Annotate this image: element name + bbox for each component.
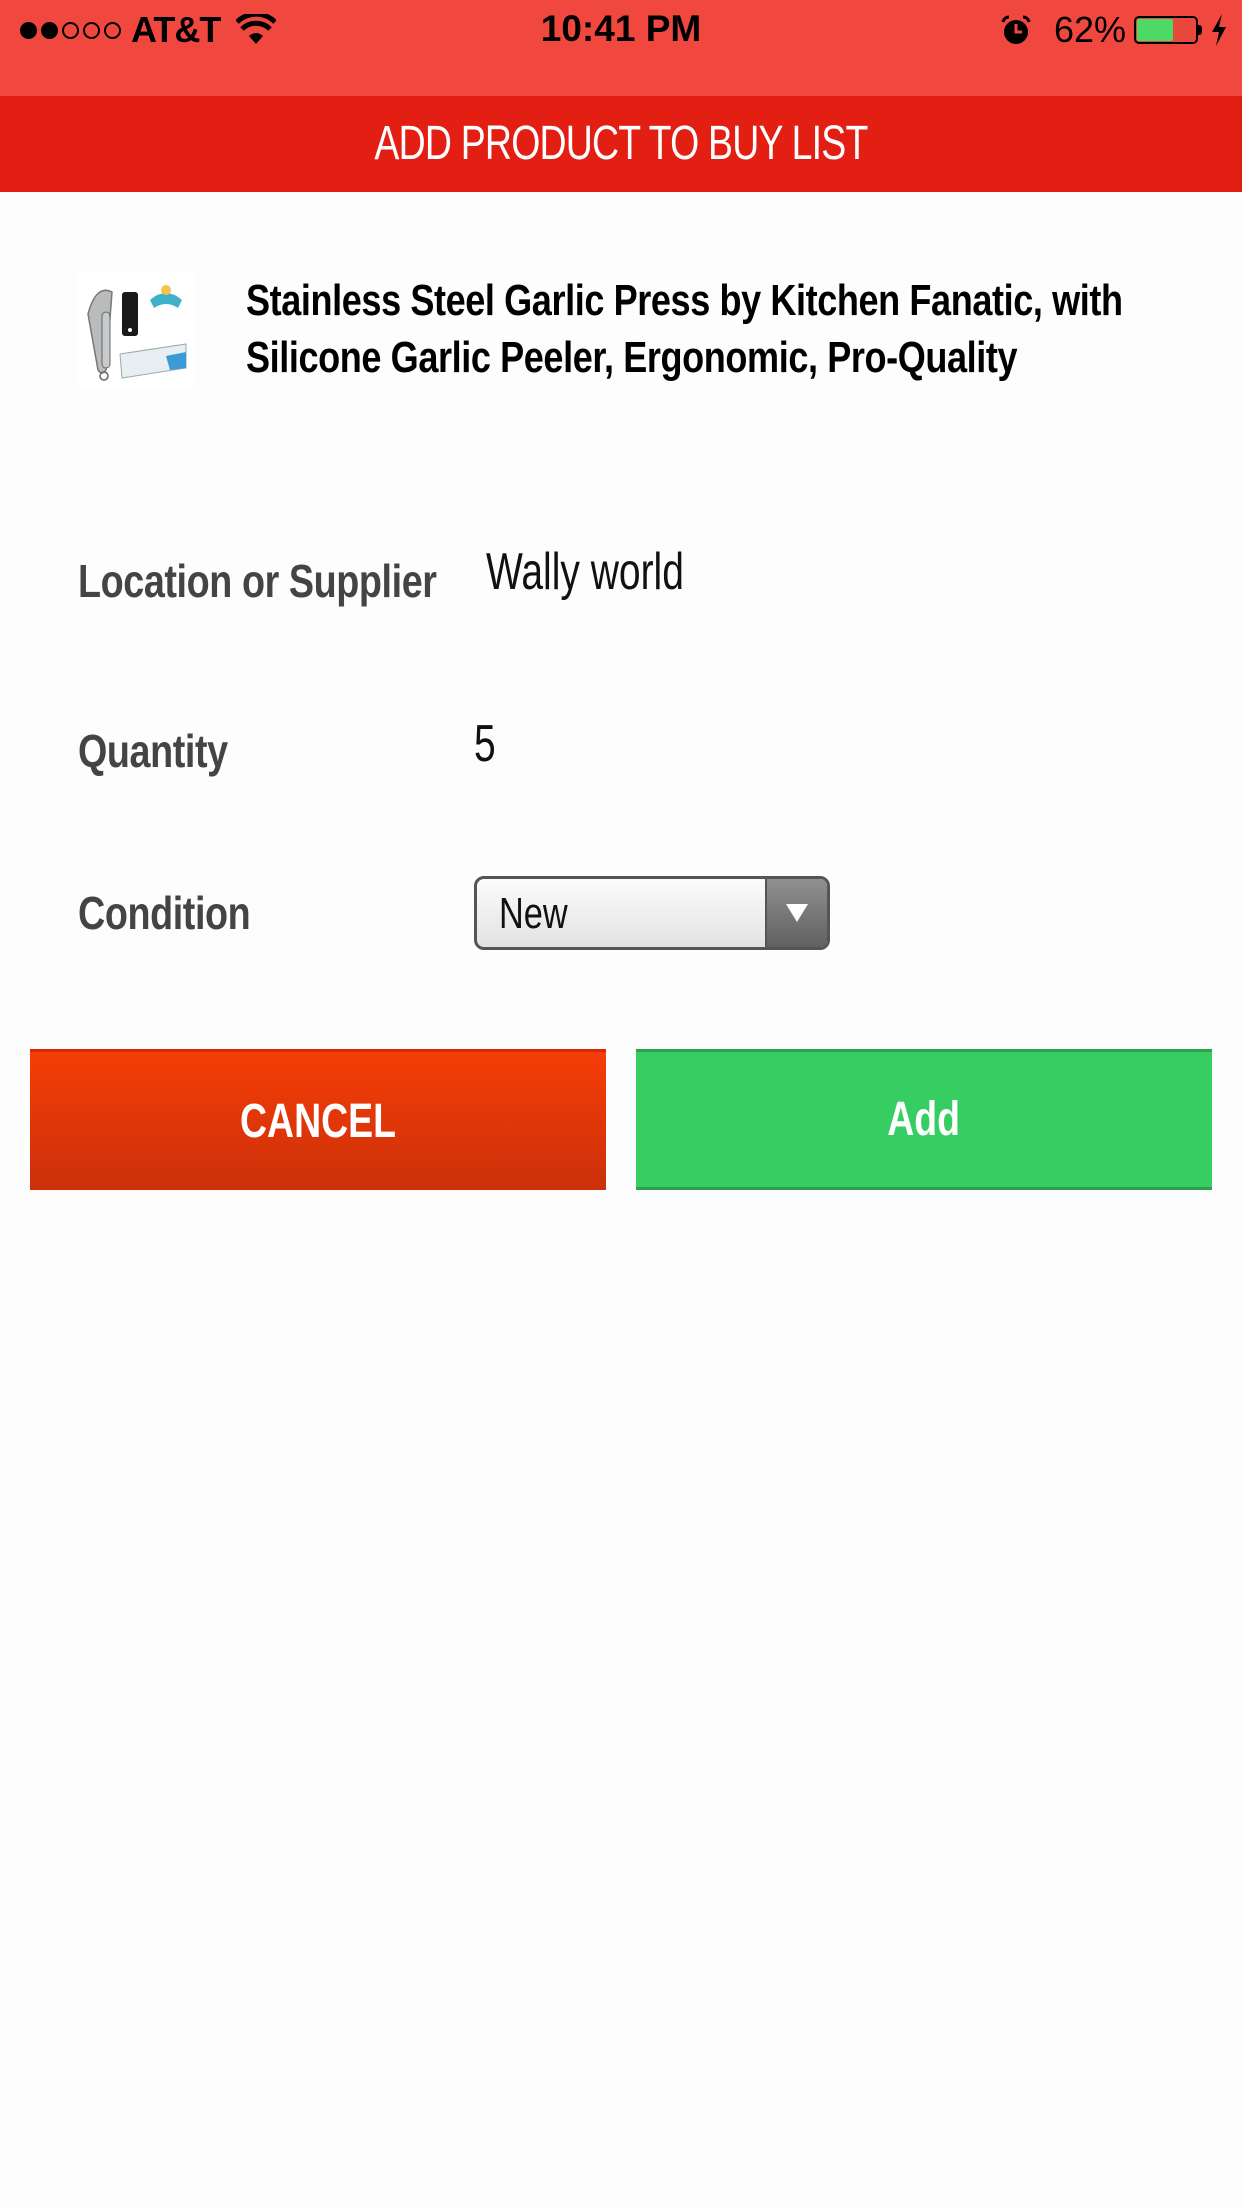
quantity-label: Quantity (78, 725, 228, 777)
battery-icon (1134, 16, 1198, 44)
product-image (78, 272, 194, 388)
condition-label: Condition (78, 887, 251, 939)
product-title: Stainless Steel Garlic Press by Kitchen … (246, 276, 1123, 382)
location-label: Location or Supplier (78, 555, 437, 607)
battery-tip (1198, 25, 1202, 35)
battery-level (1137, 19, 1173, 41)
battery-percent: 62% (1053, 9, 1126, 50)
quantity-field[interactable]: 5 (474, 714, 496, 774)
chevron-down-icon (786, 904, 808, 922)
cancel-label: CANCEL (240, 1094, 396, 1148)
add-label: Add (887, 1093, 961, 1146)
dropdown-button[interactable] (765, 879, 827, 947)
nav-header: ADD PRODUCT TO BUY LIST (0, 96, 1242, 192)
add-button[interactable]: Add (636, 1049, 1212, 1190)
page-title: ADD PRODUCT TO BUY LIST (374, 117, 868, 170)
cancel-button[interactable]: CANCEL (30, 1049, 606, 1190)
charging-bolt-icon (1212, 14, 1226, 46)
condition-select[interactable]: New (474, 876, 830, 950)
status-right: 62% (1000, 9, 1228, 50)
condition-selected-value: New (499, 889, 568, 938)
alarm-icon (1001, 15, 1031, 44)
status-bar: AT&T 10:41 PM 62% (0, 0, 1242, 96)
location-field[interactable]: Wally world (486, 542, 684, 602)
